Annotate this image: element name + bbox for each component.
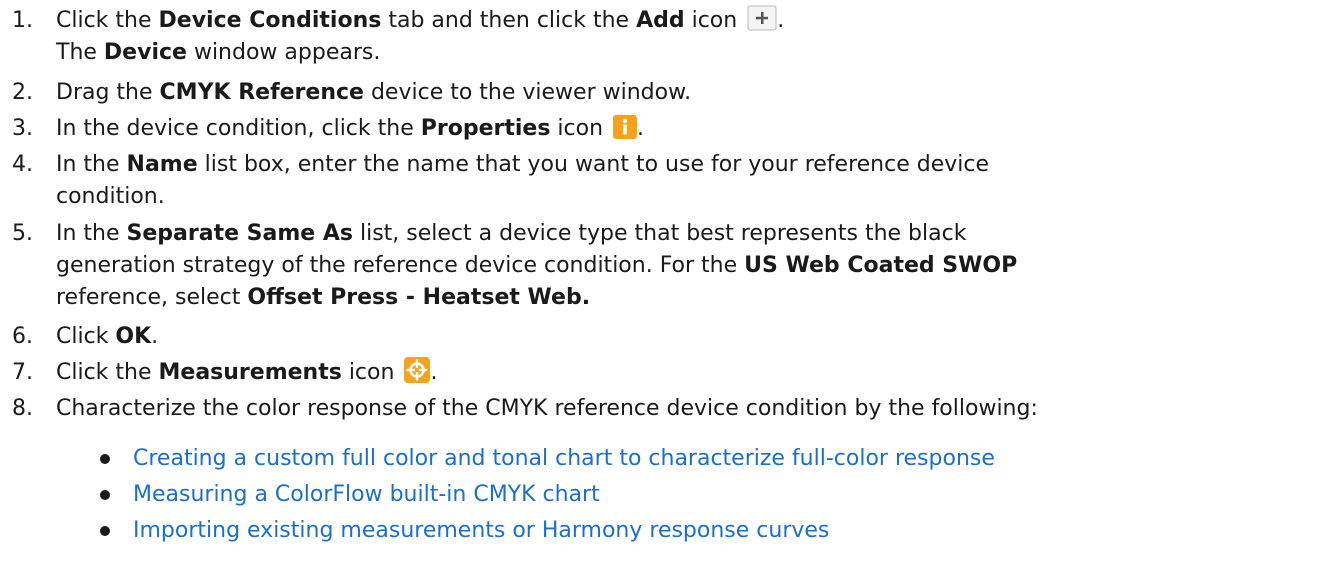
ui-term: OK: [115, 324, 152, 349]
step-text: .: [151, 324, 159, 349]
ui-term: Device: [103, 40, 187, 65]
step-text: Drag the: [56, 80, 160, 105]
step-number: 3.: [12, 116, 33, 141]
ui-term: US Web Coated SWOP: [744, 253, 1018, 278]
step-text: tab and then click the: [381, 8, 637, 33]
ui-term: Offset Press - Heatset Web.: [247, 285, 591, 310]
step-text: Characterize the color response of the C…: [56, 396, 1038, 421]
link-custom-chart[interactable]: Creating a custom full color and tonal c…: [133, 443, 995, 475]
ui-term: Name: [126, 152, 198, 177]
step-text: .: [430, 360, 438, 385]
step-text: icon: [341, 360, 402, 385]
crosshair-target-icon: [404, 357, 431, 383]
ui-term: Measurements: [158, 360, 342, 385]
step-text: list box, enter the name that you want t…: [197, 152, 989, 177]
step-number: 2.: [12, 80, 33, 105]
add-plus-icon: [747, 5, 777, 31]
bullet-icon: [100, 526, 110, 536]
step-text: Click the: [56, 360, 159, 385]
step-text: In the device condition, click the: [56, 116, 421, 141]
step-text: icon: [684, 8, 745, 33]
ui-term: CMYK Reference: [159, 80, 364, 105]
step-text: In the: [56, 221, 127, 246]
link-builtin-cmyk-chart[interactable]: Measuring a ColorFlow built-in CMYK char…: [133, 479, 600, 511]
step-text: In the: [56, 152, 127, 177]
step-text: generation strategy of the reference dev…: [56, 253, 745, 278]
step-number: 8.: [12, 396, 33, 421]
ui-term: Separate Same As: [126, 221, 353, 246]
step-text: icon: [550, 116, 611, 141]
step-text: device to the viewer window.: [363, 80, 692, 105]
step-text: reference, select: [56, 285, 248, 310]
step-text: window appears.: [186, 40, 381, 65]
step-number: 5.: [12, 221, 33, 246]
bullet-icon: [100, 490, 110, 500]
step-number: 6.: [12, 324, 33, 349]
step-text: condition.: [56, 184, 165, 209]
step-text: .: [777, 8, 785, 33]
step-text: .: [637, 116, 645, 141]
ui-term: Device Conditions: [158, 8, 382, 33]
ui-term: Add: [636, 8, 685, 33]
step-text: list, select a device type that best rep…: [353, 221, 967, 246]
step-number: 7.: [12, 360, 33, 385]
ui-term: Properties: [420, 116, 551, 141]
info-icon: [613, 115, 638, 139]
step-text: Click: [56, 324, 116, 349]
bullet-icon: [100, 454, 110, 464]
link-import-measurements[interactable]: Importing existing measurements or Harmo…: [133, 515, 829, 547]
step-number: 1.: [12, 8, 33, 33]
step-number: 4.: [12, 152, 33, 177]
step-text: The: [56, 40, 104, 65]
step-text: Click the: [56, 8, 159, 33]
